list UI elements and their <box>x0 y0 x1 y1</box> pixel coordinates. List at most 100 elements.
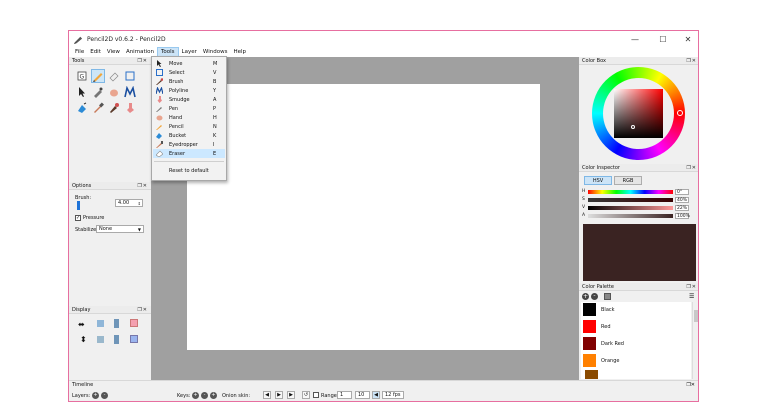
brush-size-input[interactable]: 4.00 ⇕ <box>115 199 143 207</box>
panel-float-close-icon[interactable]: ❐✕ <box>137 58 148 64</box>
tool-pen[interactable] <box>91 85 105 99</box>
tool-polyline[interactable] <box>123 85 137 99</box>
tool-eraser[interactable] <box>107 69 121 83</box>
menu-item-bucket[interactable]: Bucket K <box>153 131 225 140</box>
onion-skin-label: Onion skin: <box>222 393 251 399</box>
next-frame-icon[interactable]: ▶ <box>287 391 295 399</box>
v-value[interactable]: 22% <box>675 205 689 211</box>
tool-hand[interactable] <box>107 85 121 99</box>
saturation-slider[interactable] <box>588 198 673 202</box>
menu-item-reset[interactable]: Reset to default <box>153 166 225 175</box>
menu-item-hand[interactable]: Hand H <box>153 113 225 122</box>
menu-item-smudge[interactable]: Smudge A <box>153 95 225 104</box>
tab-hsv[interactable]: HSV <box>584 176 612 185</box>
title-bar: Pencil2D v0.6.2 - Pencil2D — ☐ ✕ <box>69 31 698 47</box>
onion-next-icon[interactable] <box>114 335 119 344</box>
menu-item-pen[interactable]: Pen P <box>153 104 225 113</box>
remove-layer-icon[interactable]: - <box>101 392 108 399</box>
menu-item-eyedropper[interactable]: Eyedropper I <box>153 140 225 149</box>
menu-file[interactable]: File <box>72 47 87 57</box>
drawing-canvas[interactable] <box>187 84 540 350</box>
panel-float-close-icon[interactable]: ❐✕ <box>137 307 148 313</box>
palette-scrollbar[interactable] <box>692 302 698 379</box>
alpha-slider[interactable] <box>588 214 673 218</box>
duplicate-key-icon[interactable]: + <box>210 392 217 399</box>
palette-view-icon[interactable] <box>604 293 611 300</box>
spin-arrows-icon[interactable]: ⇕ <box>138 201 141 206</box>
tool-move[interactable] <box>75 85 89 99</box>
onion-red-icon[interactable] <box>130 319 138 327</box>
palette-item[interactable]: Red <box>583 319 687 334</box>
stabilizer-select[interactable]: None ▼ <box>96 225 144 233</box>
menu-edit[interactable]: Edit <box>87 47 104 57</box>
tool-select[interactable] <box>123 69 137 83</box>
color-box-header: Color Box ❐✕ <box>579 57 698 65</box>
panel-float-close-icon[interactable]: ❐✕ <box>686 284 697 290</box>
smudge-icon <box>127 103 134 113</box>
maximize-icon[interactable]: ☐ <box>650 31 676 47</box>
palette-item[interactable]: Black <box>583 302 687 317</box>
h-value[interactable]: 0° <box>675 189 689 195</box>
add-color-icon[interactable]: + <box>582 293 589 300</box>
range-start-input[interactable]: 1 <box>337 391 352 399</box>
hue-handle[interactable] <box>677 110 683 116</box>
tool-smudge[interactable] <box>123 101 137 115</box>
panel-float-close-icon[interactable]: ❐✕ <box>686 165 697 171</box>
color-picker-cursor[interactable] <box>631 125 635 129</box>
value-slider[interactable] <box>588 206 673 210</box>
mirror-icon[interactable] <box>97 336 104 343</box>
minimize-icon[interactable]: — <box>622 31 648 47</box>
loop-icon[interactable]: ↺ <box>302 391 310 399</box>
menu-item-brush[interactable]: Brush B <box>153 77 225 86</box>
flip-horizontal-icon[interactable]: ⬌ <box>78 320 85 329</box>
remove-color-icon[interactable]: - <box>591 293 598 300</box>
menu-help[interactable]: Help <box>230 47 249 57</box>
tool-pencil[interactable] <box>91 69 105 83</box>
menu-view[interactable]: View <box>104 47 123 57</box>
palette-item[interactable]: Orange <box>583 353 687 368</box>
palette-item[interactable]: Dark Red <box>583 336 687 351</box>
tool-brush[interactable] <box>107 101 121 115</box>
tool-grid: G <box>75 69 137 115</box>
palette-menu-icon[interactable]: ☰ <box>689 293 694 300</box>
saturation-value-square[interactable] <box>614 89 663 138</box>
scrollbar-thumb[interactable] <box>694 310 698 322</box>
hue-wheel[interactable] <box>592 67 685 160</box>
add-key-icon[interactable]: + <box>192 392 199 399</box>
panel-float-close-icon[interactable]: ❐✕ <box>686 382 695 388</box>
tool-clear[interactable]: G <box>75 69 89 83</box>
tool-eyedropper[interactable] <box>91 101 105 115</box>
swatch-partial[interactable] <box>585 370 598 379</box>
menu-item-label: Move <box>169 60 183 67</box>
pressure-checkbox[interactable]: ✓ <box>75 215 81 221</box>
hue-slider[interactable] <box>588 190 673 194</box>
add-layer-icon[interactable]: + <box>92 392 99 399</box>
menu-item-select[interactable]: Select V <box>153 68 225 77</box>
fps-input[interactable]: 12 fps <box>382 391 404 399</box>
panel-float-close-icon[interactable]: ❐✕ <box>137 183 148 189</box>
range-end-input[interactable]: 10 <box>355 391 370 399</box>
menu-item-eraser[interactable]: Eraser E <box>153 149 225 158</box>
prev-frame-icon[interactable]: ◀ <box>263 391 271 399</box>
onion-blue-icon[interactable] <box>130 335 138 343</box>
range-checkbox[interactable] <box>313 392 319 398</box>
menu-item-polyline[interactable]: Polyline Y <box>153 86 225 95</box>
tab-rgb[interactable]: RGB <box>614 176 642 185</box>
menu-item-pencil[interactable]: Pencil N <box>153 122 225 131</box>
brush-icon <box>155 78 163 86</box>
sound-icon[interactable]: ◀ <box>372 391 380 399</box>
close-icon[interactable]: ✕ <box>675 31 698 47</box>
color-palette-header: Color Palette ❐✕ <box>579 283 698 291</box>
tool-bucket[interactable] <box>75 101 89 115</box>
flip-vertical-icon[interactable]: ⬍ <box>80 335 87 344</box>
app-window: Pencil2D v0.6.2 - Pencil2D — ☐ ✕ File Ed… <box>68 30 699 402</box>
play-icon[interactable]: ▶ <box>275 391 283 399</box>
a-value[interactable]: 100% <box>675 213 690 219</box>
outline-icon[interactable] <box>97 320 104 327</box>
onion-prev-icon[interactable] <box>114 319 119 328</box>
menu-item-move[interactable]: Move M <box>153 59 225 68</box>
panel-float-close-icon[interactable]: ❐✕ <box>686 58 697 64</box>
remove-key-icon[interactable]: - <box>201 392 208 399</box>
s-value[interactable]: 40% <box>675 197 689 203</box>
brush-size-slider[interactable] <box>77 201 80 210</box>
